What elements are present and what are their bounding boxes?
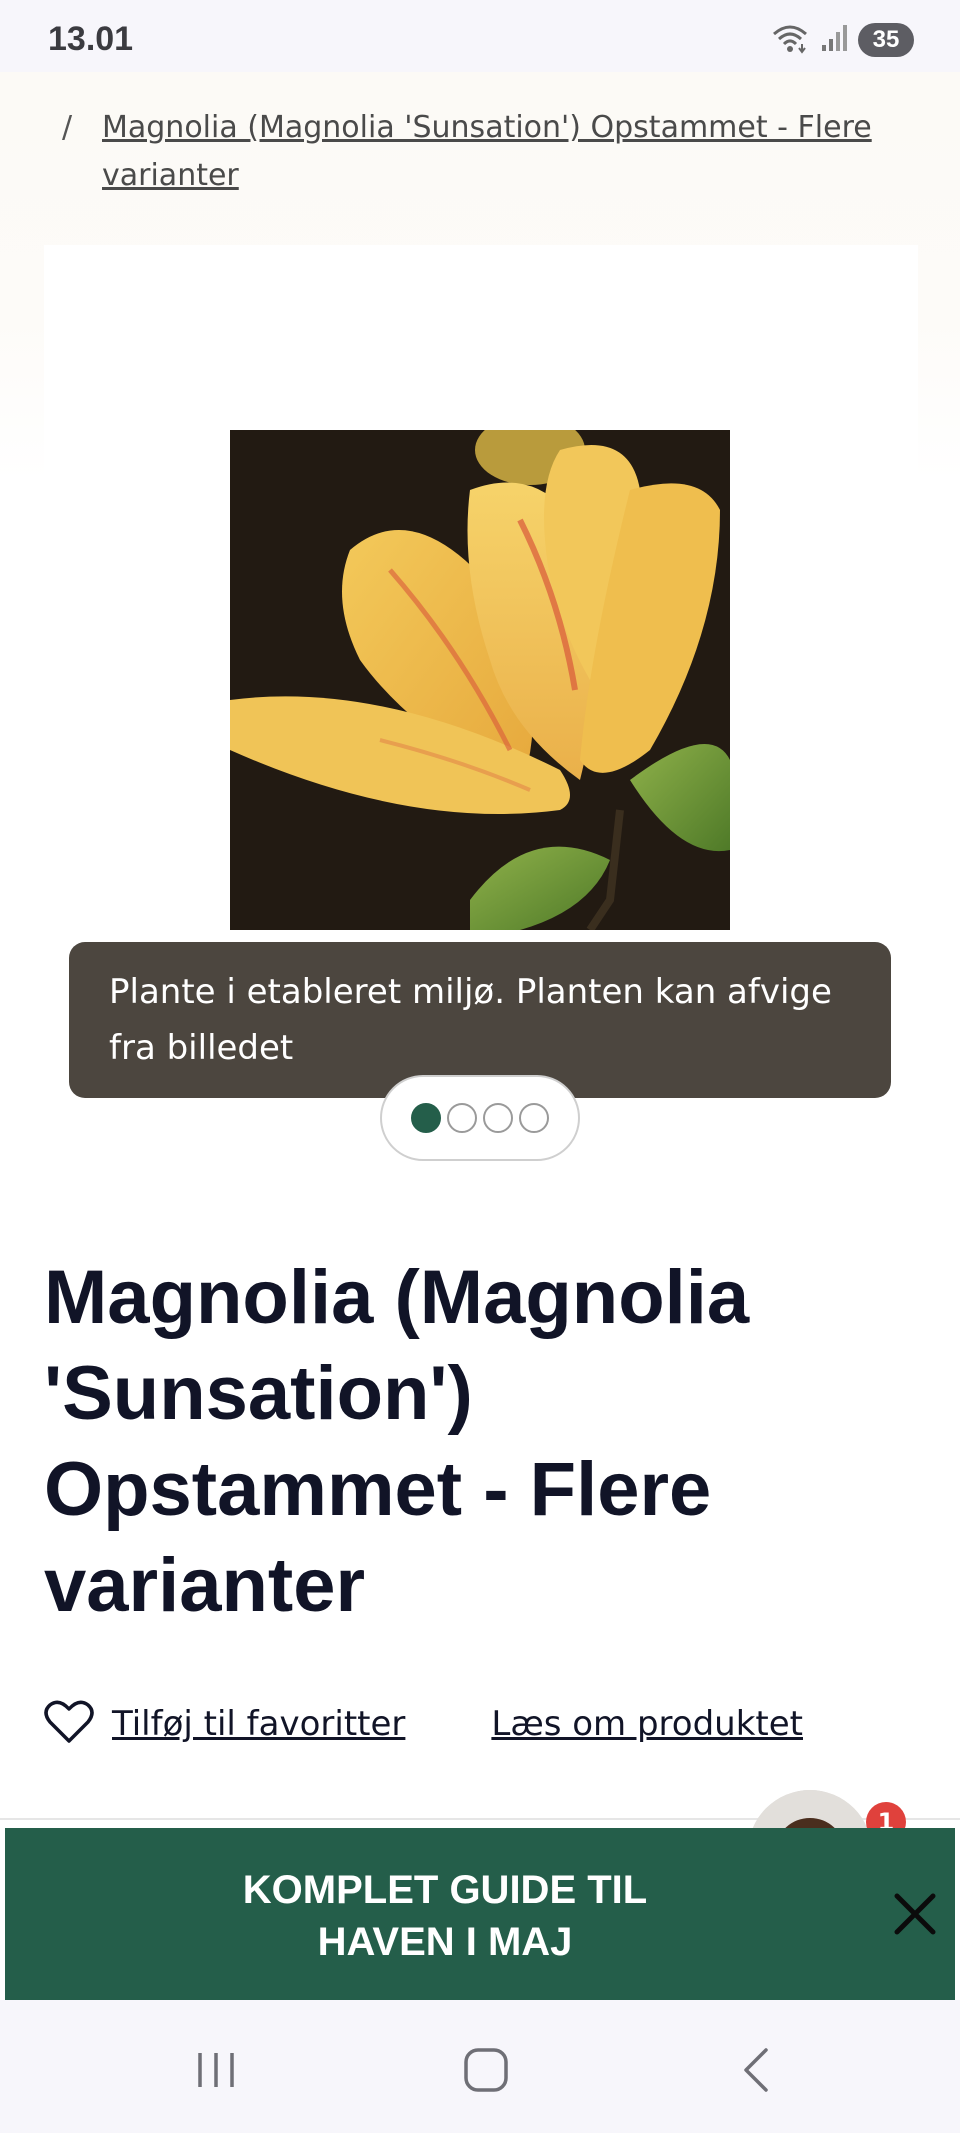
breadcrumb-separator: /	[62, 110, 73, 145]
system-navigation-bar	[0, 2000, 960, 2133]
carousel-dot-2[interactable]	[447, 1103, 477, 1133]
status-time: 13.01	[48, 20, 134, 58]
signal-icon	[820, 23, 848, 57]
status-bar: 13.01 35	[0, 0, 960, 74]
product-title: Magnolia (Magnolia 'Sunsation') Opstamme…	[44, 1255, 750, 1628]
battery-badge: 35	[858, 23, 914, 57]
close-icon	[894, 1893, 936, 1935]
promo-text: KOMPLET GUIDE TIL HAVEN I MAJ	[125, 1864, 765, 1968]
carousel-dot-3[interactable]	[483, 1103, 513, 1133]
breadcrumb-current-link[interactable]: Magnolia (Magnolia 'Sunsation') Opstamme…	[102, 104, 902, 200]
status-icons: 35	[770, 22, 914, 58]
product-actions: Tilføj til favoritter Læs om produktet	[44, 1694, 904, 1754]
home-button[interactable]	[456, 2040, 516, 2100]
heart-icon	[44, 1699, 94, 1749]
magnolia-flower-image	[230, 415, 730, 933]
carousel-dot-4[interactable]	[519, 1103, 549, 1133]
breadcrumb: / Magnolia (Magnolia 'Sunsation') Opstam…	[62, 104, 902, 200]
read-about-product-link[interactable]: Læs om produktet	[491, 1704, 803, 1744]
wifi-icon	[770, 22, 810, 58]
recent-apps-button[interactable]	[186, 2040, 246, 2100]
carousel-dot-1[interactable]	[411, 1103, 441, 1133]
back-button[interactable]	[726, 2040, 786, 2100]
carousel-dots	[380, 1075, 580, 1161]
product-image[interactable]	[230, 415, 730, 933]
promo-text-line2: HAVEN I MAJ	[317, 1920, 573, 1964]
promo-banner[interactable]: KOMPLET GUIDE TIL HAVEN I MAJ	[5, 1828, 955, 2000]
promo-close-button[interactable]	[885, 1884, 945, 1944]
promo-text-line1: KOMPLET GUIDE TIL	[242, 1868, 648, 1912]
recent-apps-icon	[198, 2053, 234, 2087]
add-to-favorites-label: Tilføj til favoritter	[112, 1704, 406, 1744]
add-to-favorites-button[interactable]: Tilføj til favoritter	[44, 1699, 405, 1749]
home-icon	[464, 2048, 508, 2092]
back-icon	[744, 2048, 768, 2092]
